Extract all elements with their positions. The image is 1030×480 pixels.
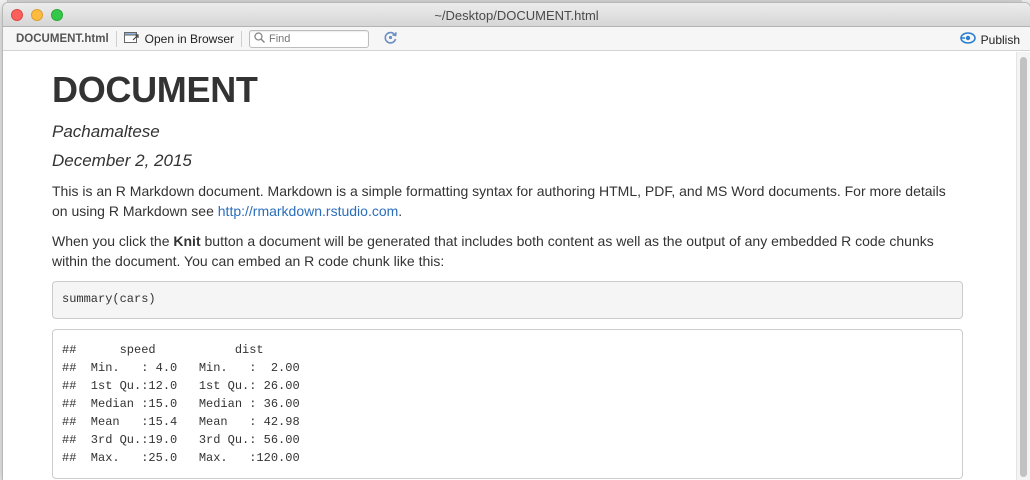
- document-viewer[interactable]: DOCUMENT Pachamaltese December 2, 2015 T…: [3, 52, 1016, 480]
- toolbar-divider: [115, 30, 117, 47]
- viewer-window: ~/Desktop/DOCUMENT.html DOCUMENT.html Op…: [3, 3, 1030, 480]
- publish-icon: [959, 31, 976, 48]
- find-field[interactable]: [249, 29, 370, 48]
- publish-label: Publish: [980, 32, 1020, 47]
- document-date: December 2, 2015: [52, 151, 192, 170]
- output-line: ## Max. :25.0 Max. :120.00: [62, 451, 315, 465]
- open-in-browser-label: Open in Browser: [144, 31, 235, 46]
- window-title: ~/Desktop/DOCUMENT.html: [434, 8, 599, 23]
- title-bar[interactable]: ~/Desktop/DOCUMENT.html: [3, 3, 1030, 27]
- document-author: Pachamaltese: [52, 122, 160, 141]
- output-line: ## Min. : 4.0 Min. : 2.00: [62, 361, 315, 375]
- document-title: DOCUMENT: [52, 69, 258, 110]
- rmarkdown-link[interactable]: http://rmarkdown.rstudio.com: [218, 203, 399, 219]
- browser-window-icon: [123, 31, 140, 47]
- intro-text: This is an R Markdown document. Markdown…: [52, 183, 946, 219]
- publish-button[interactable]: Publish: [959, 31, 1020, 48]
- search-icon: [254, 31, 266, 46]
- output-line: ## Mean :15.4 Mean : 42.98: [62, 415, 315, 429]
- knit-bold: Knit: [173, 233, 201, 249]
- file-name-label: DOCUMENT.html: [16, 32, 109, 45]
- scrollbar-thumb[interactable]: [1020, 57, 1027, 477]
- r-output-block: ## speed dist ## Min. : 4.0 Min. : 2.00 …: [52, 329, 963, 479]
- viewer-toolbar: DOCUMENT.html Open in Browser Find Publi…: [3, 27, 1030, 51]
- output-line: ## 1st Qu.:12.0 1st Qu.: 26.00: [62, 379, 315, 393]
- toolbar-divider: [241, 30, 243, 47]
- refresh-button[interactable]: [383, 30, 398, 48]
- knit-paragraph: When you click the Knit button a documen…: [52, 231, 963, 271]
- refresh-icon: [383, 30, 398, 48]
- intro-end: .: [398, 203, 403, 219]
- output-line: ## speed dist: [62, 343, 315, 357]
- intro-paragraph: This is an R Markdown document. Markdown…: [52, 181, 963, 221]
- find-input[interactable]: [269, 32, 366, 45]
- output-line: ## Median :15.0 Median : 36.00: [62, 397, 315, 411]
- output-line: ## 3rd Qu.:19.0 3rd Qu.: 56.00: [62, 433, 315, 447]
- r-code-chunk: summary(cars): [52, 281, 963, 319]
- knit-text-before: When you click the: [52, 233, 174, 249]
- document-body: DOCUMENT Pachamaltese December 2, 2015 T…: [3, 52, 963, 479]
- vertical-scrollbar[interactable]: [1016, 52, 1030, 480]
- open-in-browser-button[interactable]: Open in Browser: [123, 31, 235, 47]
